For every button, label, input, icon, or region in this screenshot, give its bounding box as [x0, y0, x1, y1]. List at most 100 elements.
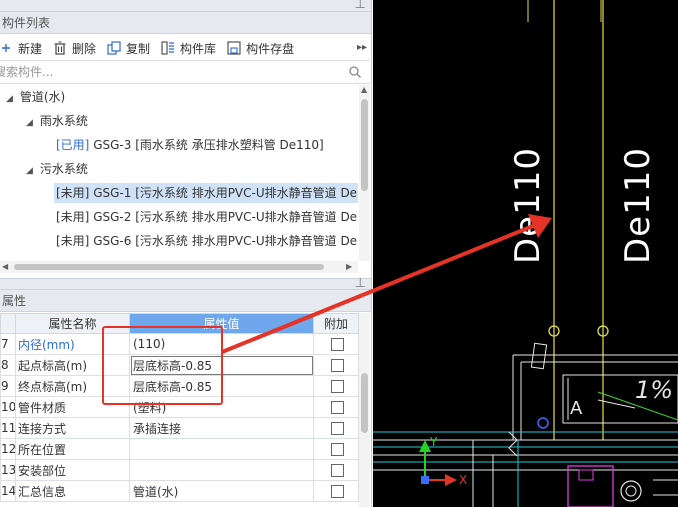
tree-root-pipe-water[interactable]: ◢ 管道(水) — [0, 85, 358, 109]
properties-vertical-scrollbar[interactable] — [359, 313, 370, 507]
tree-item-label: GSG-6 [污水系统 排水用PVC-U排水静音管道 De — [93, 234, 358, 248]
tree-vertical-scrollbar[interactable]: ▲ — [359, 85, 370, 261]
scrollbar-thumb[interactable] — [361, 99, 368, 191]
additional-checkbox-cell — [313, 480, 359, 502]
component-library-button[interactable]: 构件库 — [160, 37, 216, 59]
tree-item-gsg-6[interactable]: [未用] GSG-6 [污水系统 排水用PVC-U排水静音管道 De — [0, 229, 358, 253]
annotation-highlight-box — [102, 326, 223, 405]
scroll-right-icon[interactable]: ▶ — [346, 262, 352, 271]
x-axis-arrow-icon — [445, 474, 457, 486]
pipe-label-de110-1: De110 — [508, 147, 548, 264]
additional-checkbox[interactable] — [330, 359, 344, 372]
tree-item-label: GSG-1 [污水系统 排水用PVC-U排水静音管道 De — [93, 186, 358, 200]
property-name: 所在位置 — [15, 438, 130, 460]
break-symbol — [508, 431, 518, 457]
table-row[interactable]: 12 所在位置 — [0, 438, 359, 460]
row-number: 11 — [0, 417, 16, 439]
cad-line — [653, 479, 678, 496]
additional-checkbox[interactable] — [330, 401, 344, 414]
additional-checkbox-cell — [313, 333, 359, 355]
ucs-origin — [421, 476, 429, 484]
delete-button[interactable]: 删除 — [52, 37, 96, 59]
fixture-edge — [562, 375, 569, 423]
new-button[interactable]: 新建 — [0, 37, 42, 59]
row-number: 10 — [0, 396, 16, 418]
collapse-arrow-icon[interactable]: ◢ — [26, 111, 36, 135]
additional-checkbox[interactable] — [330, 485, 344, 498]
collapse-arrow-icon[interactable]: ◢ — [6, 87, 16, 111]
copy-icon — [106, 40, 122, 56]
additional-header: 附加 — [313, 313, 359, 334]
tree-root-label: 管道(水) — [19, 90, 66, 104]
tree-item-gsg-1[interactable]: [未用] GSG-1 [污水系统 排水用PVC-U排水静音管道 De — [0, 181, 358, 205]
tree-horizontal-scrollbar[interactable]: ◀ ▶ — [0, 261, 358, 273]
tree-item-gsg-2[interactable]: [未用] GSG-2 [污水系统 排水用PVC-U排水静音管道 De5 — [0, 205, 358, 229]
scroll-left-icon[interactable]: ◀ — [2, 262, 8, 271]
top-strip: ⊥ — [0, 0, 371, 12]
property-value[interactable] — [129, 459, 314, 481]
property-value[interactable] — [129, 438, 314, 460]
trash-icon — [52, 40, 68, 56]
additional-checkbox-cell — [313, 354, 359, 376]
search-input[interactable] — [0, 61, 334, 83]
additional-checkbox-cell — [313, 375, 359, 397]
table-row[interactable]: 11 连接方式 承插连接 — [0, 417, 359, 439]
properties-title: 属性 — [2, 294, 27, 308]
search-icon[interactable] — [348, 65, 362, 82]
storage-icon — [226, 40, 242, 56]
fixture-magenta — [567, 465, 614, 507]
cad-viewport[interactable]: Y X A 1% De110 De110 — [373, 0, 678, 507]
collapse-arrow-icon[interactable]: ◢ — [26, 159, 36, 183]
row-number-header — [0, 313, 16, 334]
property-name: 汇总信息 — [15, 480, 130, 502]
pipe-label-de110-2: De110 — [618, 147, 658, 264]
additional-checkbox[interactable] — [330, 380, 344, 393]
component-storage-button[interactable]: 构件存盘 — [226, 37, 294, 59]
additional-checkbox[interactable] — [330, 422, 344, 435]
component-toolbar: 新建 删除 复制 构件库 构件存盘 — [0, 36, 371, 60]
new-button-label: 新建 — [18, 41, 43, 56]
status-badge: [已用] — [56, 138, 90, 152]
additional-checkbox[interactable] — [330, 443, 344, 456]
copy-button[interactable]: 复制 — [106, 37, 150, 59]
tree-item-gsg-3[interactable]: [已用] GSG-3 [雨水系统 承压排水塑料管 De110] — [0, 133, 358, 157]
tree-group-label: 雨水系统 — [39, 114, 88, 128]
status-badge: [未用] — [56, 186, 90, 200]
scrollbar-thumb[interactable] — [14, 264, 324, 270]
properties-strip: ⊥ — [0, 276, 371, 291]
component-panel: ⊥ 构件列表 新建 删除 复制 构件库 构件存盘 ▸▸ 搜索构件... ◢ 管道… — [0, 0, 372, 507]
property-name: 连接方式 — [15, 417, 130, 439]
x-axis-label: X — [459, 473, 467, 487]
additional-checkbox[interactable] — [330, 464, 344, 477]
tree-group-rainwater[interactable]: ◢ 雨水系统 — [0, 109, 358, 133]
property-value[interactable]: 承插连接 — [129, 417, 314, 439]
delete-button-label: 删除 — [72, 41, 97, 56]
row-number: 12 — [0, 438, 16, 460]
scrollbar-thumb[interactable] — [361, 373, 368, 433]
door-symbol — [530, 342, 548, 370]
additional-checkbox-cell — [313, 417, 359, 439]
row-number: 7 — [0, 333, 16, 355]
row-number: 9 — [0, 375, 16, 397]
component-list-header: 构件列表 — [0, 12, 371, 34]
additional-checkbox-cell — [313, 396, 359, 418]
selected-highlight: [未用] GSG-1 [污水系统 排水用PVC-U排水静音管道 De — [54, 183, 358, 203]
component-tree: ◢ 管道(水) ◢ 雨水系统 [已用] GSG-3 [雨水系统 承压排水塑料管 … — [0, 85, 358, 261]
tree-group-label: 污水系统 — [39, 162, 88, 176]
table-row[interactable]: 13 安装部位 — [0, 459, 359, 481]
row-number: 13 — [0, 459, 16, 481]
toolbar-overflow-icon[interactable]: ▸▸ — [357, 42, 367, 53]
additional-checkbox[interactable] — [330, 338, 344, 351]
tree-item-label: GSG-3 [雨水系统 承压排水塑料管 De110] — [93, 138, 324, 152]
search-box — [0, 60, 370, 84]
component-library-label: 构件库 — [180, 41, 217, 56]
library-icon — [160, 40, 176, 56]
tree-item-label: GSG-2 [污水系统 排水用PVC-U排水静音管道 De5 — [93, 210, 358, 224]
property-value[interactable]: 管道(水) — [129, 480, 314, 502]
y-axis-label: Y — [429, 435, 438, 449]
status-badge: [未用] — [56, 210, 90, 224]
tree-group-sewage[interactable]: ◢ 污水系统 — [0, 157, 358, 181]
row-number: 14 — [0, 480, 16, 502]
scroll-up-icon[interactable]: ▲ — [361, 85, 367, 94]
table-row[interactable]: 14 汇总信息 管道(水) — [0, 480, 359, 502]
